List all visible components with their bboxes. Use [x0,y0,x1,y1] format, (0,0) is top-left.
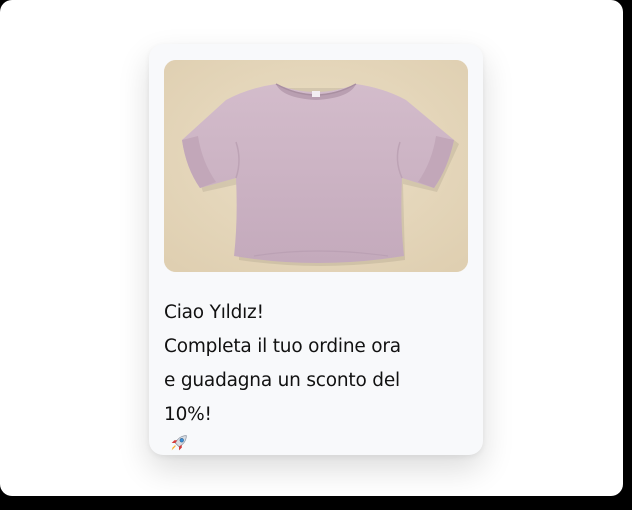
promo-card: Ciao Yıldız! Completa il tuo ordine ora … [149,44,483,455]
greeting-text: Ciao Yıldız! [164,302,264,323]
discount-text: 10%! [164,404,212,425]
tshirt-image [164,60,468,272]
message-line-2: Completa il tuo ordine ora [164,336,401,357]
rocket-icon [168,432,190,454]
message-line-4: 10%! [164,398,464,454]
canvas: Ciao Yıldız! Completa il tuo ordine ora … [0,0,623,496]
product-image [164,60,468,272]
promo-message: Ciao Yıldız! Completa il tuo ordine ora … [164,296,464,454]
message-line-3: e guadagna un sconto del [164,370,400,391]
